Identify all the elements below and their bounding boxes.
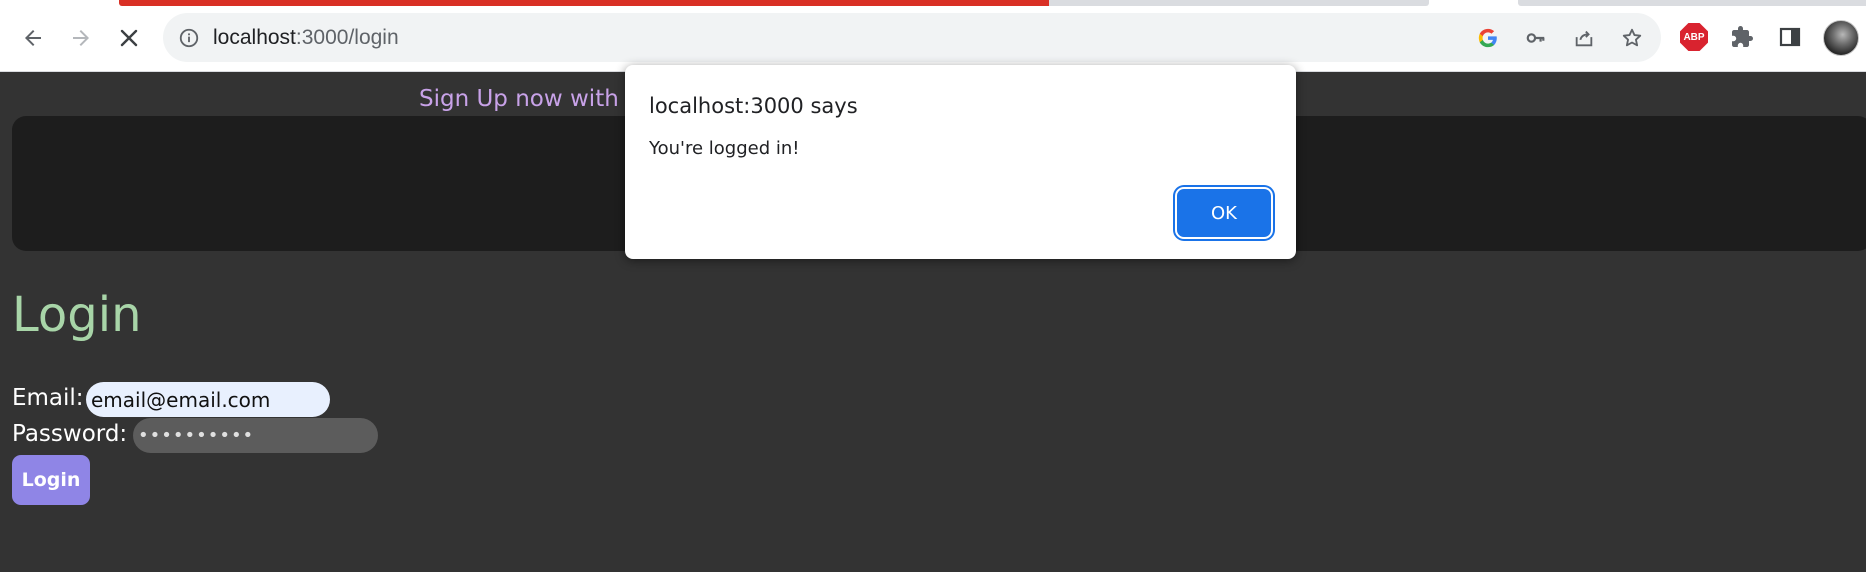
abp-icon[interactable]: ABP [1679,22,1709,52]
url-path: :3000/login [295,26,399,49]
url-host: localhost [213,26,296,49]
address-bar[interactable]: localhost:3000/login [163,13,1661,62]
alert-dialog: localhost:3000 says You're logged in! OK [625,65,1296,259]
tab-strip-background [1518,0,1866,6]
dialog-message: You're logged in! [649,138,800,159]
puzzle-extensions-icon[interactable] [1727,22,1757,52]
side-panel-icon[interactable] [1775,22,1805,52]
share-icon[interactable] [1571,25,1597,51]
stop-loading-button[interactable] [109,18,149,58]
login-button[interactable]: Login [12,455,90,505]
key-icon[interactable] [1523,25,1549,51]
url-text[interactable]: localhost:3000/login [213,25,399,51]
back-button[interactable] [13,18,53,58]
email-label: Email: [12,385,84,411]
password-label: Password: [12,421,128,447]
email-input[interactable] [86,382,330,417]
site-info-icon[interactable] [177,26,201,50]
signup-banner-text: Sign Up now with y [419,86,640,112]
password-input[interactable] [133,418,378,453]
ok-button[interactable]: OK [1177,189,1271,237]
profile-avatar[interactable] [1823,20,1859,56]
page-load-progress-fill [119,0,1050,6]
back-arrow-icon [25,30,41,46]
page-title: Login [12,287,142,343]
abp-badge: ABP [1680,23,1708,51]
google-icon[interactable] [1475,25,1501,51]
dialog-title: localhost:3000 says [649,94,858,118]
forward-arrow-icon [73,30,89,46]
star-icon[interactable] [1619,25,1645,51]
page-load-progress-bar [119,0,1429,6]
forward-button[interactable] [61,18,101,58]
browser-toolbar: localhost:3000/login ABP [0,0,1866,72]
stop-loading-icon [120,29,138,47]
